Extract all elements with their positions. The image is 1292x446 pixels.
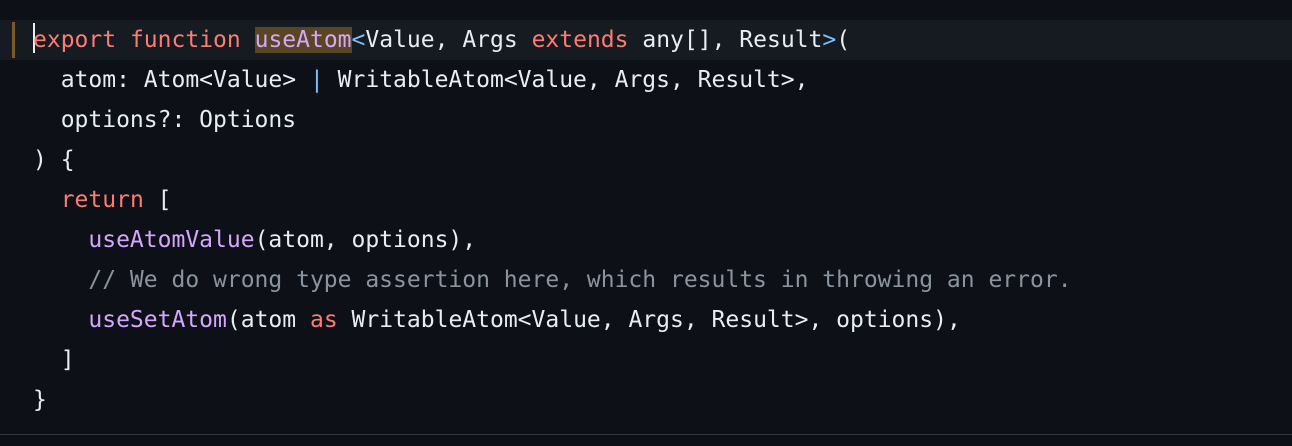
code-line[interactable]: // We do wrong type assertion here, whic… <box>33 260 1072 300</box>
code-token-plain: (atom <box>226 307 310 333</box>
code-editor[interactable]: export function useAtom<Value, Args exte… <box>0 0 1292 434</box>
code-token-function: useAtomValue <box>88 227 255 253</box>
code-token-keyword: return <box>60 187 144 213</box>
code-token-plain: atom: Atom<Value> <box>33 67 310 93</box>
code-token-operator: < <box>351 27 366 53</box>
code-token-keyword: extends <box>531 27 629 53</box>
code-line[interactable]: return [ <box>33 180 1072 220</box>
code-token-keyword: export <box>33 27 117 53</box>
code-token-keyword: function <box>129 27 241 53</box>
code-token-function: useSetAtom <box>88 307 227 333</box>
code-token-comment: // We do wrong type assertion here, whic… <box>33 267 1072 293</box>
code-token-keyword: as <box>309 307 338 333</box>
code-token-plain: WritableAtom<Value, Args, Result>, optio… <box>337 307 961 333</box>
code-line[interactable]: useAtomValue(atom, options), <box>33 220 1072 260</box>
code-token-plain: ) { <box>33 147 75 173</box>
code-token-plain: WritableAtom<Value, Args, Result>, <box>323 67 809 93</box>
code-token-plain: [ <box>143 187 172 213</box>
code-line[interactable]: atom: Atom<Value> | WritableAtom<Value, … <box>33 60 1072 100</box>
code-line[interactable]: useSetAtom(atom as WritableAtom<Value, A… <box>33 300 1072 340</box>
code-line[interactable]: options?: Options <box>33 100 1072 140</box>
code-token-plain: options?: Options <box>33 107 297 133</box>
code-token-plain: ] <box>33 347 75 373</box>
modified-line-indicator <box>12 22 15 58</box>
code-token-plain: } <box>33 387 47 413</box>
code-line[interactable]: ) { <box>33 140 1072 180</box>
code-token-plain: ( <box>836 27 851 53</box>
code-token-operator: > <box>822 27 837 53</box>
code-line[interactable]: ] <box>33 340 1072 380</box>
code-token-plain: Value, Args <box>365 27 532 53</box>
code-line[interactable]: export function useAtom<Value, Args exte… <box>33 20 1072 60</box>
code-token-plain: any[], Result <box>628 27 823 53</box>
editor-bottom-border <box>0 434 1292 446</box>
code-line[interactable]: } <box>33 380 1072 420</box>
code-token-plain: (atom, options), <box>254 227 477 253</box>
code-content[interactable]: export function useAtom<Value, Args exte… <box>33 20 1072 420</box>
code-token-function-highlighted: useAtom <box>254 27 352 53</box>
code-token-operator: | <box>309 67 324 93</box>
